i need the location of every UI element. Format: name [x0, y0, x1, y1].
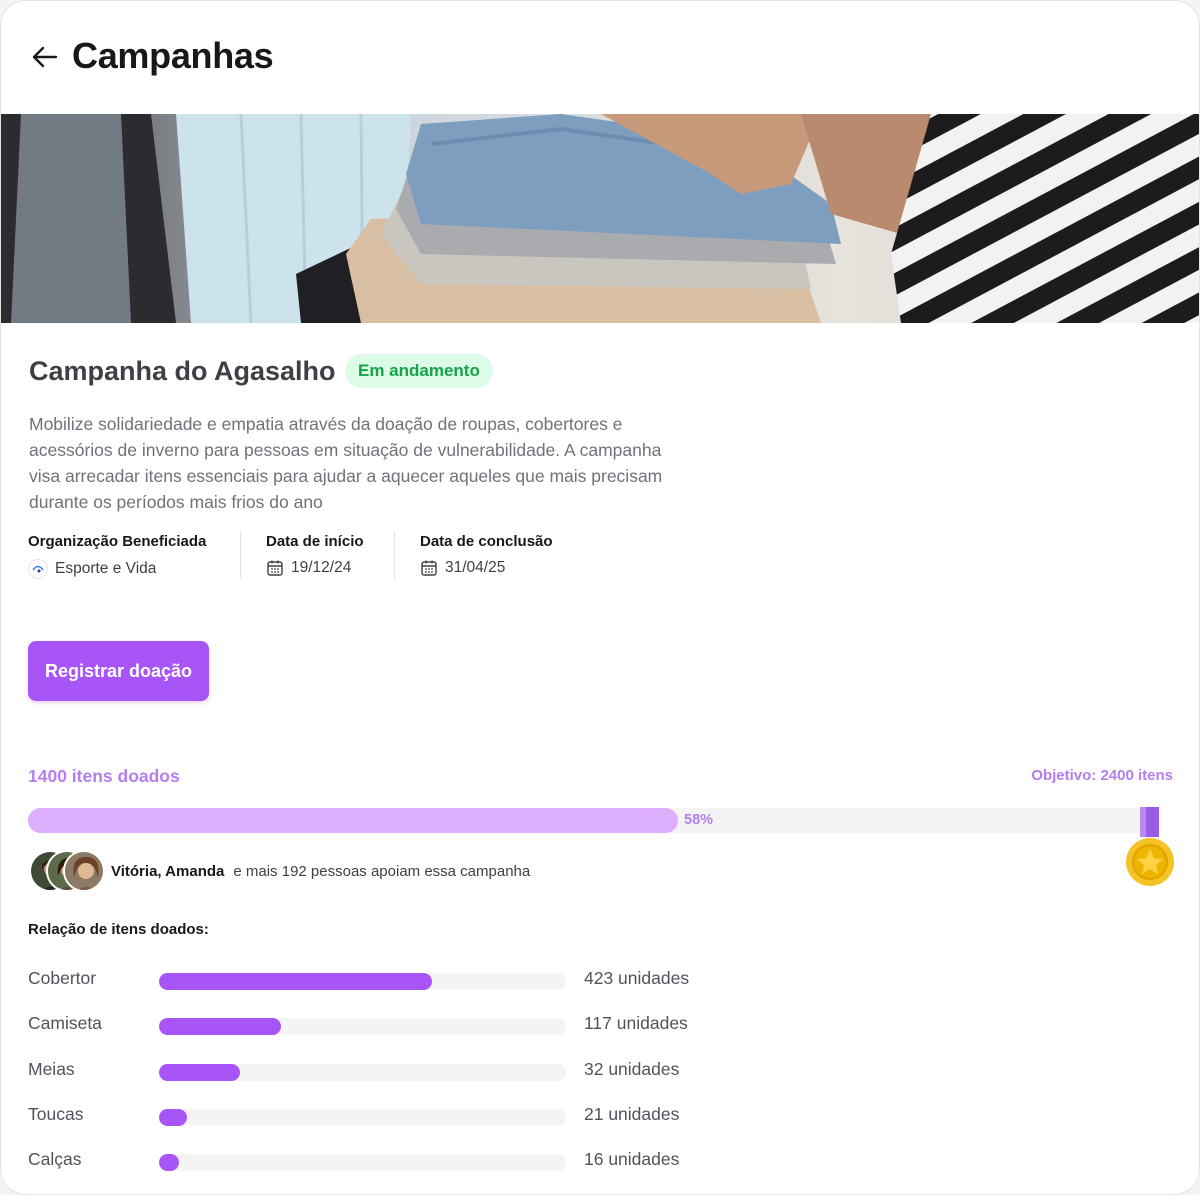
start-date-value: 19/12/24	[291, 559, 352, 576]
item-name: Calças	[28, 1149, 82, 1169]
progress-fill	[28, 808, 678, 833]
page-header: Campanhas	[1, 1, 1199, 114]
start-date-meta: Data de início 19/12/24	[266, 533, 364, 583]
supporter-text: e mais 192 pessoas apoiam essa campanha	[233, 862, 531, 880]
gold-medal-icon	[1123, 807, 1177, 889]
item-name: Cobertor	[28, 968, 97, 988]
item-quantity: 32 unidades	[584, 1059, 680, 1079]
campaign-card: Campanhas Campanha do Agasalho Em andame…	[0, 0, 1200, 1195]
item-bar-track	[159, 1109, 566, 1126]
item-row: Toucas 21 unidades	[1, 1101, 761, 1131]
campaign-description: Mobilize solidariedade e empatia através…	[29, 414, 663, 512]
goal-label: Objetivo: 2400 itens	[1031, 767, 1173, 784]
calendar-icon	[420, 559, 438, 577]
campaign-cover-image	[1, 114, 1199, 323]
organization-name[interactable]: Esporte e Vida	[55, 560, 156, 578]
item-bar-fill	[159, 1154, 179, 1171]
campaign-title: Campanha do Agasalho	[29, 356, 336, 386]
item-bar-fill	[159, 1064, 240, 1081]
meta-divider	[240, 531, 241, 579]
item-bar-fill	[159, 973, 432, 990]
end-date-label: Data de conclusão	[420, 533, 553, 550]
item-name: Meias	[28, 1059, 75, 1079]
progress-percent: 58%	[684, 812, 714, 828]
avatar	[63, 850, 105, 892]
meta-divider	[394, 531, 395, 579]
item-quantity: 21 unidades	[584, 1104, 680, 1124]
item-row: Cobertor 423 unidades	[1, 965, 761, 995]
donated-count: 1400 itens doados	[28, 766, 180, 786]
end-date-value: 31/04/25	[445, 559, 506, 576]
supporters-row: Vitória, Amanda e mais 192 pessoas apoia…	[29, 850, 530, 892]
status-badge: Em andamento	[345, 354, 493, 388]
item-bar-fill	[159, 1109, 187, 1126]
items-heading: Relação de itens doados:	[28, 921, 209, 938]
item-row: Calças 16 unidades	[1, 1146, 761, 1176]
item-row: Meias 32 unidades	[1, 1056, 761, 1086]
item-name: Camiseta	[28, 1013, 102, 1033]
supporter-avatars	[29, 850, 105, 892]
item-quantity: 117 unidades	[584, 1013, 688, 1033]
item-bar-track	[159, 973, 566, 990]
item-bar-track	[159, 1018, 566, 1035]
page-title: Campanhas	[72, 35, 274, 76]
item-quantity: 423 unidades	[584, 968, 690, 988]
item-name: Toucas	[28, 1104, 84, 1124]
calendar-icon	[266, 559, 284, 577]
item-bar-fill	[159, 1018, 281, 1035]
campaign-progress-bar	[28, 808, 1148, 833]
start-date-label: Data de início	[266, 533, 364, 550]
organization-label: Organização Beneficiada	[28, 533, 207, 550]
end-date-meta: Data de conclusão 31/04/25	[420, 533, 553, 583]
organization-logo-icon	[28, 559, 48, 579]
organization-meta: Organização Beneficiada Esporte e Vida	[28, 533, 206, 583]
item-bar-track	[159, 1064, 566, 1081]
item-row: Camiseta 117 unidades	[1, 1010, 761, 1040]
register-donation-button[interactable]: Registrar doação	[28, 641, 209, 701]
supporter-names: Vitória, Amanda	[111, 862, 225, 880]
item-bar-track	[159, 1154, 566, 1171]
arrow-left-icon[interactable]	[29, 41, 61, 73]
item-quantity: 16 unidades	[584, 1149, 680, 1169]
